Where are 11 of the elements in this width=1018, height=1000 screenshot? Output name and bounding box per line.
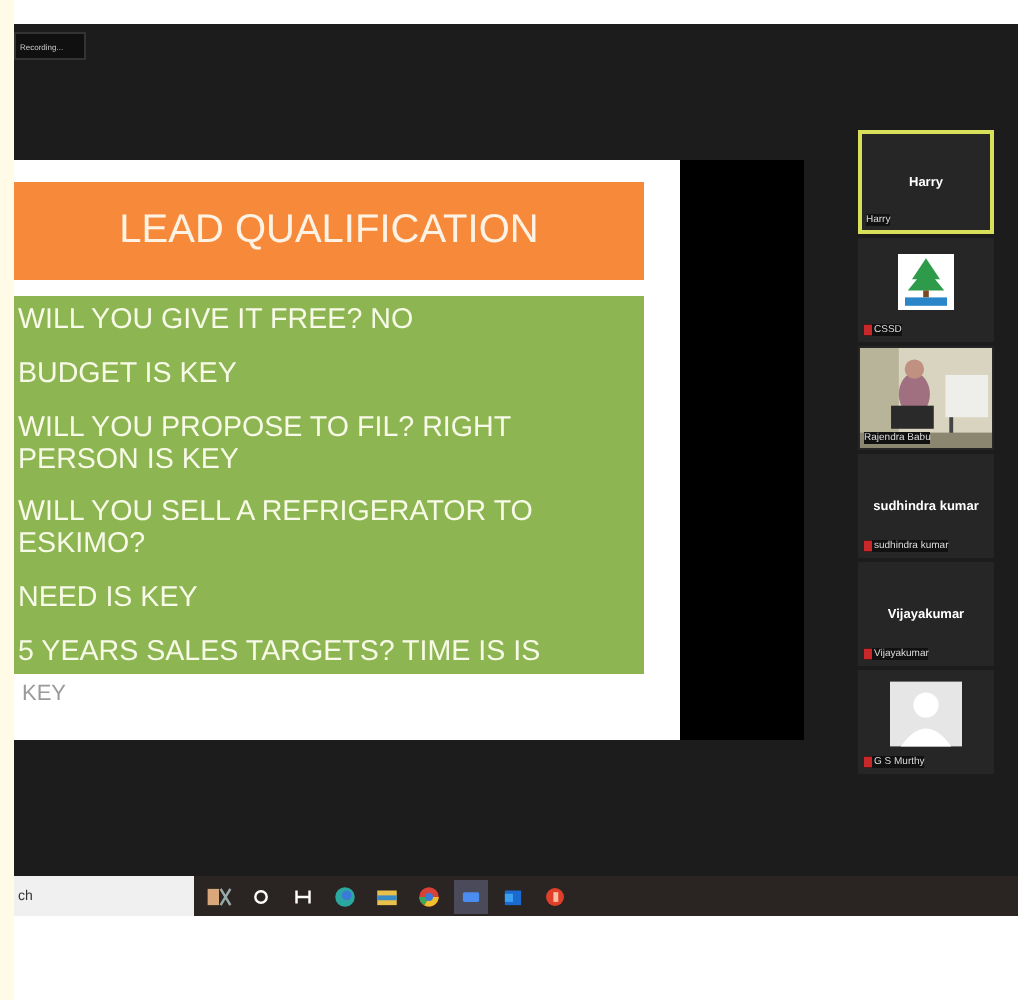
slide-line: 5 YEARS SALES TARGETS? TIME IS IS <box>18 635 543 668</box>
slide-line: KEY <box>22 682 67 706</box>
video-camera-icon[interactable] <box>454 879 488 913</box>
slide-title: LEAD QUALIFICATION <box>14 182 644 280</box>
slide-line: BUDGET IS KEY <box>18 357 239 390</box>
slide-line: WILL YOU SELL A REFRIGERATOR TO ESKIMO? <box>18 496 535 561</box>
slide-line: NEED IS KEY <box>18 582 200 615</box>
slide-line: WILL YOU GIVE IT FREE? NO <box>18 304 416 336</box>
slide-line: WILL YOU PROPOSE TO FIL? RIGHT PERSON IS KEY <box>18 411 513 476</box>
tree-logo-icon <box>898 252 954 312</box>
avatar-icon <box>890 680 962 748</box>
